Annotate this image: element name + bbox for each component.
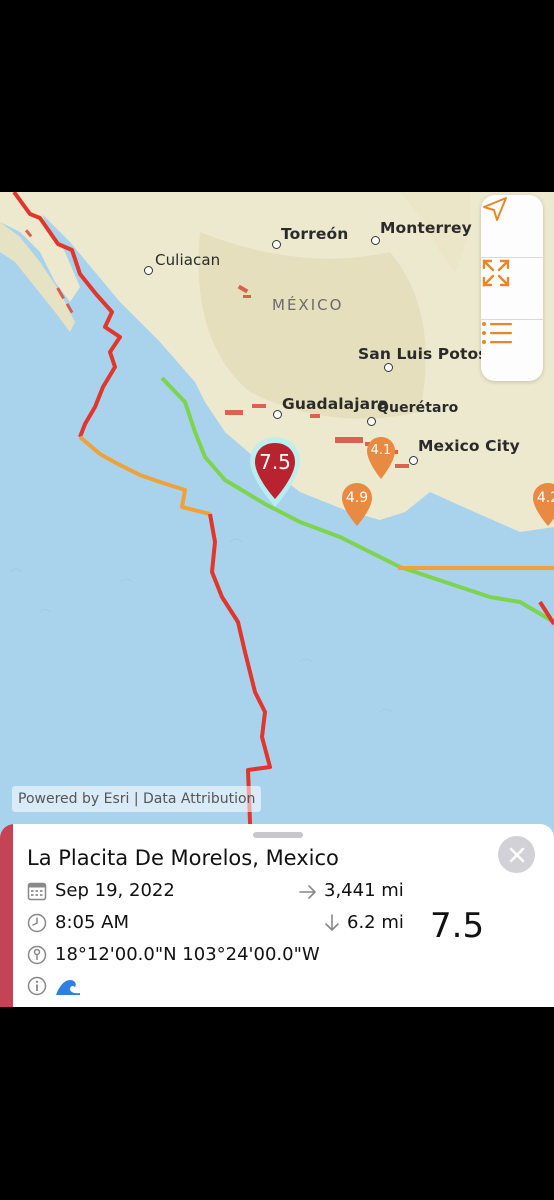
locate-button[interactable] — [481, 195, 543, 257]
marker-magnitude: 4.1 — [370, 443, 392, 458]
city-label-mexico-city: Mexico City — [418, 437, 520, 455]
event-date: Sep 19, 2022 — [55, 880, 175, 901]
earthquake-marker[interactable]: 4.1 — [366, 436, 396, 481]
map-attribution[interactable]: Powered by Esri | Data Attribution — [12, 786, 262, 812]
severity-color-bar — [0, 824, 13, 1007]
fullscreen-button[interactable] — [481, 258, 543, 320]
city-dot — [272, 240, 281, 249]
list-icon — [482, 322, 512, 344]
event-time: 8:05 AM — [55, 912, 129, 933]
city-dot — [371, 236, 380, 245]
city-label-queretaro: Querétaro — [377, 400, 459, 416]
arrow-right-icon — [299, 885, 316, 899]
earthquake-marker[interactable]: 4.9 — [341, 482, 373, 528]
earthquake-marker-selected[interactable]: 7.5 — [248, 435, 302, 511]
city-label-monterrey: Monterrey — [380, 219, 472, 237]
city-dot — [384, 363, 393, 372]
event-coordinates: 18°12'00.0"N 103°24'00.0"W — [55, 944, 320, 965]
event-magnitude: 7.5 — [430, 906, 485, 946]
app-screen: MÉXICO Culiacan Torreón Monterrey San Lu… — [0, 192, 554, 1007]
list-button[interactable] — [481, 320, 543, 382]
place-title: La Placita De Morelos, Mexico — [27, 846, 339, 870]
city-dot — [409, 456, 418, 465]
clock-icon — [27, 913, 47, 933]
fullscreen-icon — [482, 259, 510, 287]
pin-icon — [27, 945, 47, 965]
earthquake-detail-sheet: La Placita De Morelos, Mexico Sep 19, 20… — [0, 824, 554, 1007]
marker-magnitude: 4.9 — [345, 490, 369, 506]
country-label: MÉXICO — [272, 296, 344, 314]
map-controls — [481, 195, 543, 381]
earthquake-marker[interactable]: 4.2 — [532, 482, 554, 528]
marker-magnitude: 4.2 — [536, 490, 554, 506]
arrow-down-icon — [325, 914, 339, 931]
wave-icon — [56, 980, 80, 995]
close-icon — [509, 847, 524, 862]
event-depth: 6.2 mi — [347, 912, 404, 933]
city-label-torreon: Torreón — [281, 225, 349, 243]
event-distance: 3,441 mi — [324, 880, 404, 901]
close-button[interactable] — [498, 836, 535, 873]
city-dot — [367, 417, 376, 426]
location-arrow-icon — [483, 197, 507, 221]
city-dot — [144, 266, 153, 275]
sheet-grabber[interactable] — [253, 832, 303, 838]
calendar-icon — [27, 882, 47, 901]
info-icon[interactable] — [27, 976, 47, 996]
city-label-san-luis-potosi: San Luis Potosi — [358, 345, 494, 363]
marker-magnitude: 7.5 — [259, 450, 291, 474]
city-label-guadalajara: Guadalajara — [282, 395, 389, 413]
city-dot — [273, 410, 282, 419]
city-label-culiacan: Culiacan — [155, 251, 221, 269]
